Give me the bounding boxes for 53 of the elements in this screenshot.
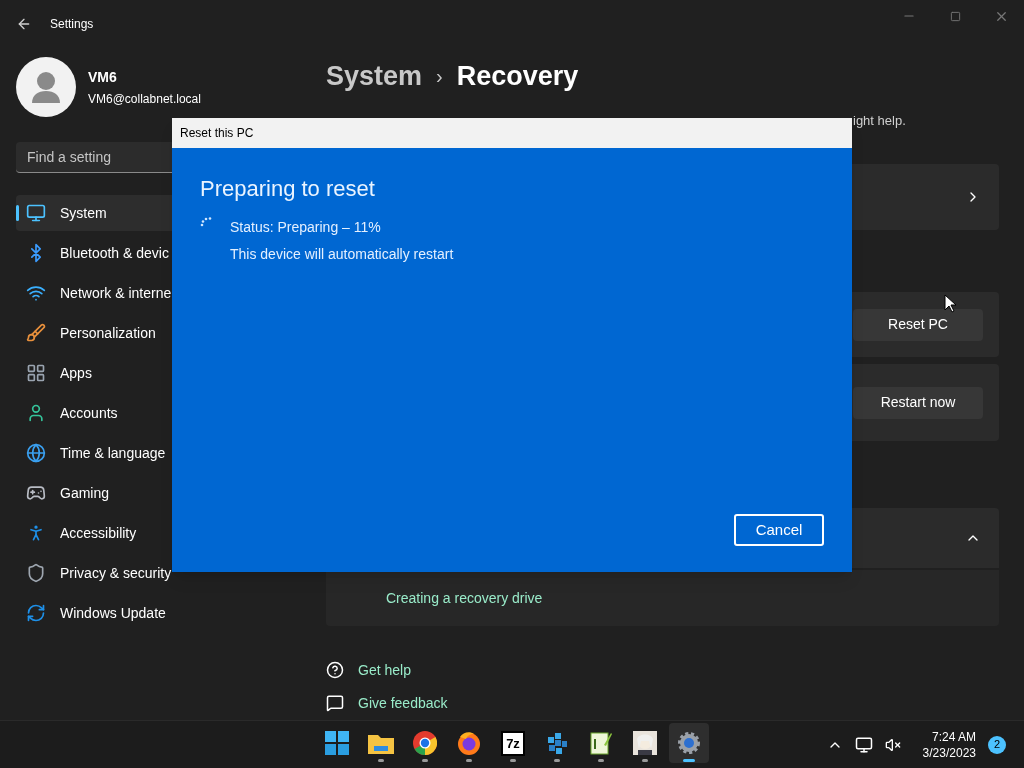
feedback-icon [326,694,344,712]
recovery-drive-link[interactable]: Creating a recovery drive [386,587,999,609]
page-title: Recovery [456,59,579,93]
taskbar-app[interactable]: 7z [493,723,533,763]
cancel-button[interactable]: Cancel [734,514,824,546]
clock[interactable]: 7:24 AM 3/23/2023 [922,728,976,761]
breadcrumb-separator: › [436,64,443,89]
dialog-title: Reset this PC [180,125,254,142]
settings-icon [677,731,701,755]
sidebar-item[interactable]: Accessibility [16,515,294,551]
chrome-icon [413,731,437,755]
sidebar-item[interactable]: Apps [16,355,294,391]
window-title: Settings [50,16,94,33]
loading-spinner-icon [200,217,212,227]
update-icon [26,603,46,623]
restart-note: This device will automatically restart [230,245,454,264]
avatar [16,57,76,117]
network-icon[interactable] [854,735,873,754]
brush-icon [26,323,46,343]
globe-icon [26,443,46,463]
maximize-icon[interactable] [949,10,961,22]
cube-icon [546,731,568,755]
help-icon [326,661,344,679]
account-name: VM6 [88,67,118,87]
firefox-icon [457,731,481,755]
action-button[interactable]: Restart now [853,386,983,419]
help-link[interactable]: Give feedback [358,692,448,714]
notepad-icon [590,731,612,755]
breadcrumb-parent[interactable]: System [326,55,423,97]
volume-muted-icon[interactable] [884,736,901,753]
mouse-cursor-icon [944,294,956,313]
sidebar-item[interactable]: Windows Update [16,595,294,631]
sidebar-item[interactable]: Time & language [16,435,294,471]
notification-badge[interactable]: 2 [988,735,1006,754]
shield-icon [26,563,46,583]
help-link[interactable]: Get help [358,659,411,681]
sidebar-item[interactable]: Network & interne [16,275,294,311]
description-text: ight help. [853,112,906,131]
archiver-icon: 7z [501,730,525,756]
person-icon [26,403,46,423]
account-email: VM6@collabnet.local [88,90,201,108]
windows-logo-icon [325,731,349,755]
sidebar-item[interactable]: Privacy & security [16,555,294,591]
monitor-icon [26,203,46,223]
action-button[interactable]: Reset PC [853,308,983,341]
gamepad-icon [26,483,46,503]
grid-icon [26,363,46,383]
back-button[interactable] [16,16,32,32]
folder-icon [368,732,394,754]
sidebar-item[interactable]: Gaming [16,475,294,511]
sidebar-item[interactable]: Accounts [16,395,294,431]
sidebar-item[interactable]: Personalization [16,315,294,351]
wifi-icon [26,283,46,303]
